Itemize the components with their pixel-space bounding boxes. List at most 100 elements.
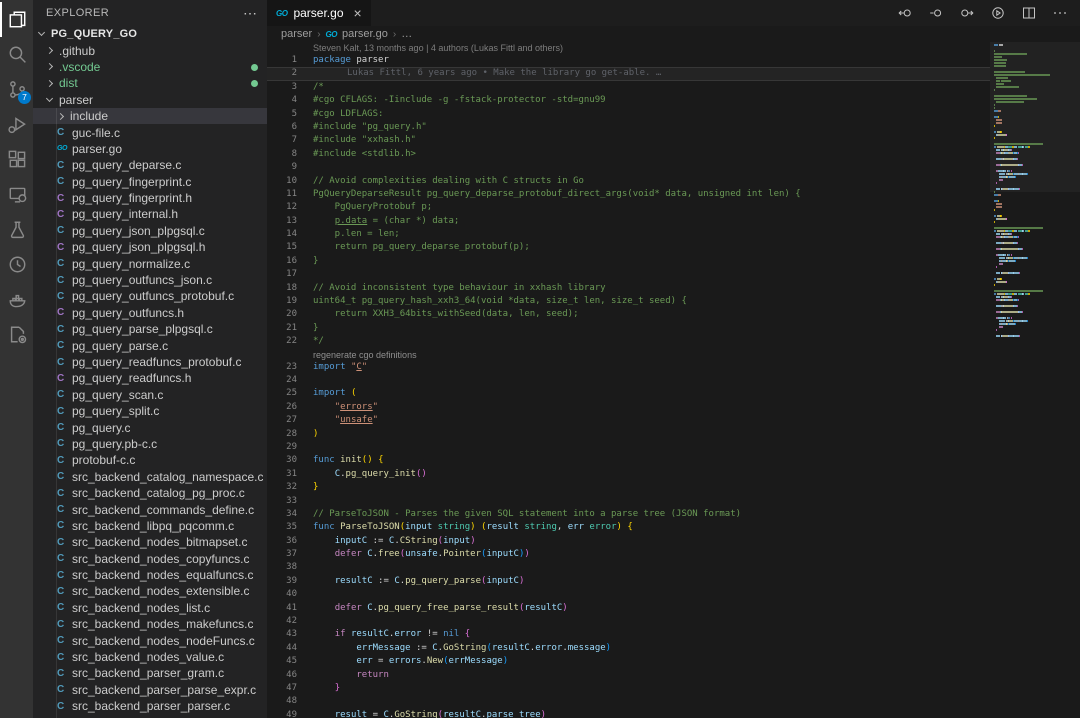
tree-file-pg_query.c[interactable]: Cpg_query.c (33, 419, 267, 435)
tree-folder-.github[interactable]: .github (33, 42, 267, 58)
extensions-icon[interactable] (0, 142, 33, 177)
code-line-8[interactable]: 8#include <stdlib.h> (267, 148, 990, 161)
split-editor-icon[interactable] (1021, 5, 1037, 21)
code-line-41[interactable]: 41 defer C.pg_query_free_parse_result(re… (267, 602, 990, 615)
tree-file-src_backend_nodes_bitmapset.c[interactable]: Csrc_backend_nodes_bitmapset.c (33, 534, 267, 550)
source-control-icon[interactable]: 7 (0, 72, 33, 107)
tree-file-pg_query_parse_plpgsql.c[interactable]: Cpg_query_parse_plpgsql.c (33, 321, 267, 337)
code-line-40[interactable]: 40 (267, 588, 990, 601)
tree-file-src_backend_catalog_namespace.c[interactable]: Csrc_backend_catalog_namespace.c (33, 469, 267, 485)
timeline-icon[interactable] (990, 5, 1006, 21)
tree-file-pg_query_outfuncs_json.c[interactable]: Cpg_query_outfuncs_json.c (33, 272, 267, 288)
code-line-33[interactable]: 33 (267, 495, 990, 508)
code-line-18[interactable]: 18// Avoid inconsistent type behaviour i… (267, 282, 990, 295)
tree-file-src_backend_nodes_value.c[interactable]: Csrc_backend_nodes_value.c (33, 649, 267, 665)
code-line-29[interactable]: 29 (267, 441, 990, 454)
tree-folder-include[interactable]: include (33, 108, 267, 124)
code-line-14[interactable]: 14 p.len = len; (267, 228, 990, 241)
tree-file-pg_query_outfuncs.h[interactable]: Cpg_query_outfuncs.h (33, 305, 267, 321)
codelens-action[interactable]: regenerate cgo definitions (267, 349, 990, 361)
more-icon[interactable] (1052, 5, 1068, 21)
code-line-32[interactable]: 32} (267, 481, 990, 494)
project-settings-icon[interactable] (0, 317, 33, 352)
code-line-39[interactable]: 39 resultC := C.pg_query_parse(inputC) (267, 575, 990, 588)
code-line-16[interactable]: 16} (267, 255, 990, 268)
tree-file-pg_query_deparse.c[interactable]: Cpg_query_deparse.c (33, 157, 267, 173)
code-line-30[interactable]: 30func init() { (267, 454, 990, 467)
breadcrumb-symbol[interactable]: … (401, 28, 412, 40)
tree-file-pg_query_json_plpgsql.h[interactable]: Cpg_query_json_plpgsql.h (33, 239, 267, 255)
run-debug-icon[interactable] (0, 107, 33, 142)
code-line-28[interactable]: 28) (267, 428, 990, 441)
workspace-root[interactable]: PG_QUERY_GO (33, 26, 267, 42)
code-line-23[interactable]: 23import "C" (267, 361, 990, 374)
open-change-icon[interactable] (928, 5, 944, 21)
prev-change-icon[interactable] (897, 5, 913, 21)
docker-icon[interactable] (0, 282, 33, 317)
code-line-11[interactable]: 11PgQueryDeparseResult pg_query_deparse_… (267, 188, 990, 201)
tree-file-pg_query.pb-c.c[interactable]: Cpg_query.pb-c.c (33, 436, 267, 452)
tree-file-src_backend_parser_parse_expr.c[interactable]: Csrc_backend_parser_parse_expr.c (33, 682, 267, 698)
code-line-44[interactable]: 44 errMessage := C.GoString(resultC.erro… (267, 642, 990, 655)
tree-file-src_backend_parser_parser.c[interactable]: Csrc_backend_parser_parser.c (33, 698, 267, 714)
tree-file-pg_query_internal.h[interactable]: Cpg_query_internal.h (33, 206, 267, 222)
tree-file-pg_query_readfuncs.h[interactable]: Cpg_query_readfuncs.h (33, 370, 267, 386)
code-line-1[interactable]: 1package parser (267, 54, 990, 67)
code-line-10[interactable]: 10// Avoid complexities dealing with C s… (267, 175, 990, 188)
code-line-4[interactable]: 4#cgo CFLAGS: -Iinclude -g -fstack-prote… (267, 94, 990, 107)
code-line-35[interactable]: 35func ParseToJSON(input string) (result… (267, 521, 990, 534)
code-line-27[interactable]: 27 "unsafe" (267, 414, 990, 427)
tree-file-src_backend_nodes_copyfuncs.c[interactable]: Csrc_backend_nodes_copyfuncs.c (33, 551, 267, 567)
breadcrumb-folder[interactable]: parser (281, 28, 312, 40)
code-line-36[interactable]: 36 inputC := C.CString(input) (267, 535, 990, 548)
tree-file-src_backend_nodes_nodeFuncs.c[interactable]: Csrc_backend_nodes_nodeFuncs.c (33, 632, 267, 648)
next-change-icon[interactable] (959, 5, 975, 21)
code-line-5[interactable]: 5#cgo LDFLAGS: (267, 108, 990, 121)
code-line-25[interactable]: 25import ( (267, 387, 990, 400)
code-line-13[interactable]: 13 p.data = (char *) data; (267, 215, 990, 228)
code-line-6[interactable]: 6#include "pg_query.h" (267, 121, 990, 134)
code-line-37[interactable]: 37 defer C.free(unsafe.Pointer(inputC)) (267, 548, 990, 561)
tree-file-src_backend_parser_gram.c[interactable]: Csrc_backend_parser_gram.c (33, 665, 267, 681)
tree-file-pg_query_split.c[interactable]: Cpg_query_split.c (33, 403, 267, 419)
code-line-17[interactable]: 17 (267, 268, 990, 281)
tree-folder-dist[interactable]: dist (33, 75, 267, 91)
explorer-icon[interactable] (0, 2, 33, 37)
code-line-22[interactable]: 22*/ (267, 335, 990, 348)
tree-folder-.vscode[interactable]: .vscode (33, 59, 267, 75)
code-line-21[interactable]: 21} (267, 322, 990, 335)
code-line-38[interactable]: 38 (267, 561, 990, 574)
tree-file-src_backend_nodes_extensible.c[interactable]: Csrc_backend_nodes_extensible.c (33, 583, 267, 599)
tree-file-src_backend_catalog_pg_proc.c[interactable]: Csrc_backend_catalog_pg_proc.c (33, 485, 267, 501)
code-line-15[interactable]: 15 return pg_query_deparse_protobuf(p); (267, 241, 990, 254)
code-line-9[interactable]: 9 (267, 161, 990, 174)
code-line-3[interactable]: 3/* (267, 81, 990, 94)
tree-file-src_backend_commands_define.c[interactable]: Csrc_backend_commands_define.c (33, 501, 267, 517)
breadcrumb-file[interactable]: parser.go (342, 28, 388, 40)
tree-file-pg_query_scan.c[interactable]: Cpg_query_scan.c (33, 387, 267, 403)
tree-file-pg_query_normalize.c[interactable]: Cpg_query_normalize.c (33, 255, 267, 271)
tree-file-src_backend_libpq_pqcomm.c[interactable]: Csrc_backend_libpq_pqcomm.c (33, 518, 267, 534)
tree-file-pg_query_json_plpgsql.c[interactable]: Cpg_query_json_plpgsql.c (33, 223, 267, 239)
testing-icon[interactable] (0, 212, 33, 247)
code-line-49[interactable]: 49 result = C.GoString(resultC.parse_tre… (267, 709, 990, 718)
gitlens-icon[interactable] (0, 247, 33, 282)
code-line-34[interactable]: 34// ParseToJSON - Parses the given SQL … (267, 508, 990, 521)
tab-parser-go[interactable]: GO parser.go × (267, 0, 371, 26)
code-line-47[interactable]: 47 } (267, 682, 990, 695)
tree-file-pg_query_fingerprint.c[interactable]: Cpg_query_fingerprint.c (33, 174, 267, 190)
search-icon[interactable] (0, 37, 33, 72)
code-line-7[interactable]: 7#include "xxhash.h" (267, 134, 990, 147)
tree-file-pg_query_readfuncs_protobuf.c[interactable]: Cpg_query_readfuncs_protobuf.c (33, 354, 267, 370)
tree-folder-parser[interactable]: parser (33, 92, 267, 108)
code-line-19[interactable]: 19uint64_t pg_query_hash_xxh3_64(void *d… (267, 295, 990, 308)
code-line-26[interactable]: 26 "errors" (267, 401, 990, 414)
code-line-20[interactable]: 20 return XXH3_64bits_withSeed(data, len… (267, 308, 990, 321)
tree-file-pg_query_parse.c[interactable]: Cpg_query_parse.c (33, 337, 267, 353)
code-line-46[interactable]: 46 return (267, 669, 990, 682)
tree-file-src_backend_nodes_list.c[interactable]: Csrc_backend_nodes_list.c (33, 600, 267, 616)
code-line-2[interactable]: 2Lukas Fittl, 6 years ago • Make the lib… (267, 67, 990, 80)
minimap[interactable] (990, 42, 1080, 718)
explorer-more-actions-icon[interactable]: ⋯ (243, 5, 257, 22)
code-line-43[interactable]: 43 if resultC.error != nil { (267, 628, 990, 641)
